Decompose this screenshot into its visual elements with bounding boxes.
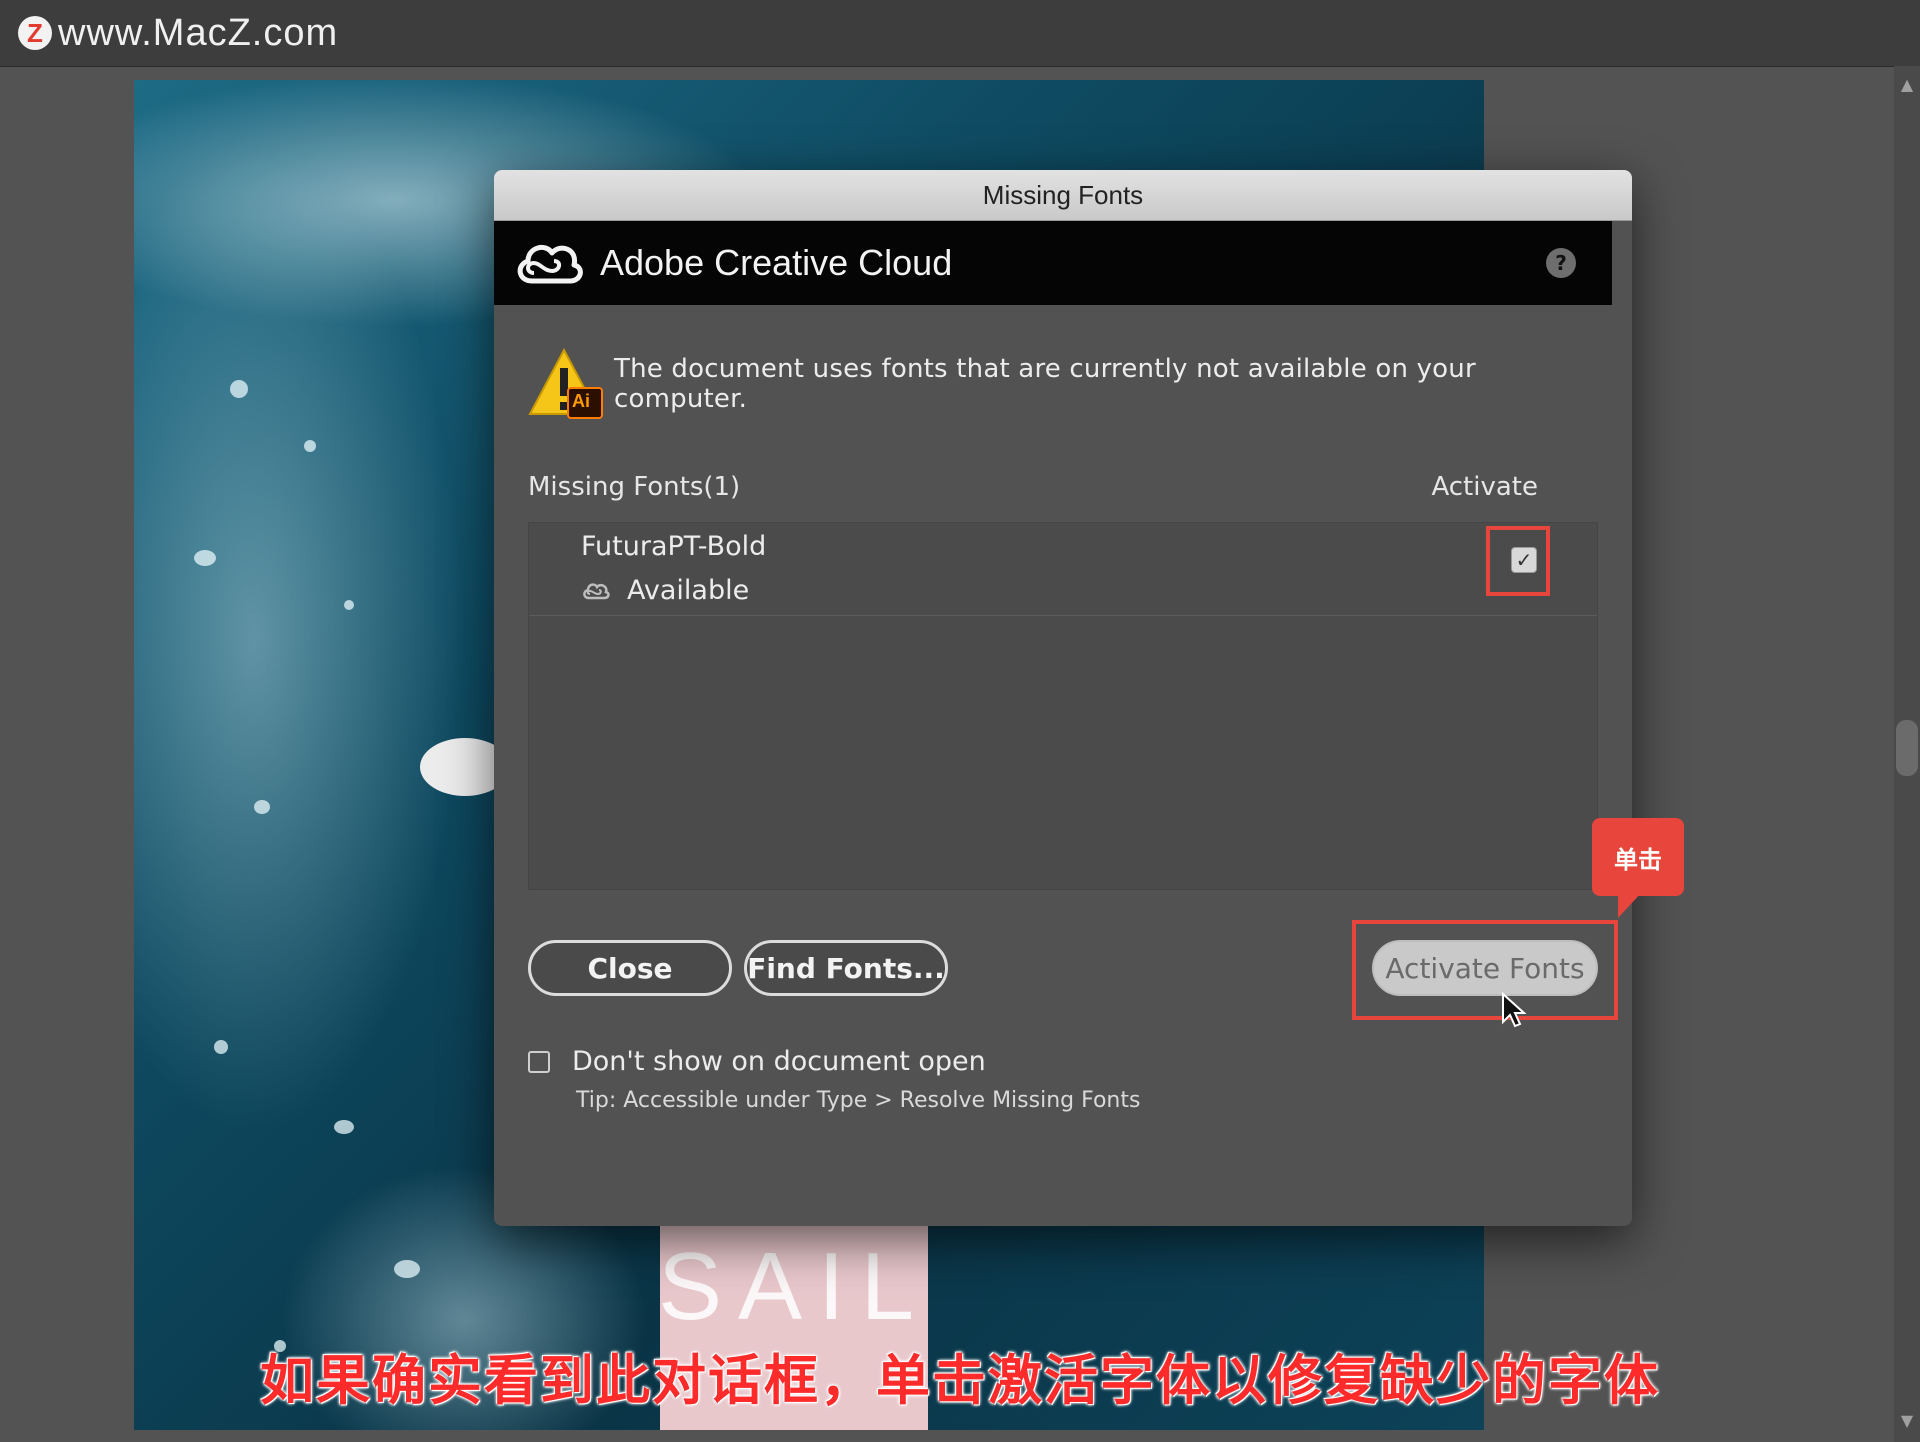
click-callout: 单击 bbox=[1592, 818, 1684, 896]
missing-fonts-list[interactable]: FuturaPT-Bold Available ✓ bbox=[528, 522, 1598, 890]
activate-button-highlight-box bbox=[1352, 920, 1618, 1020]
water-highlight bbox=[344, 600, 354, 610]
creative-cloud-small-icon bbox=[583, 582, 610, 599]
close-button[interactable]: Close bbox=[528, 940, 732, 996]
video-subtitle: 如果确实看到此对话框，单击激活字体以修复缺少的字体 bbox=[260, 1349, 1660, 1412]
watermark: Z www.MacZ.com bbox=[18, 8, 338, 58]
water-highlight bbox=[334, 1120, 354, 1134]
top-bar: Z www.MacZ.com bbox=[0, 0, 1920, 67]
macz-logo-icon: Z bbox=[18, 16, 52, 50]
water-highlight bbox=[304, 440, 316, 452]
font-status-group: Available bbox=[581, 575, 749, 606]
missing-fonts-count: Missing Fonts(1) bbox=[528, 472, 741, 502]
creative-cloud-header: Adobe Creative Cloud ? bbox=[494, 221, 1612, 305]
water-highlight bbox=[394, 1260, 420, 1278]
dont-show-row[interactable]: Don't show on document open bbox=[528, 1046, 986, 1077]
water-highlight bbox=[214, 1040, 228, 1054]
warning-icon: Ai bbox=[528, 347, 604, 420]
water-highlight bbox=[230, 380, 248, 398]
scrollbar-thumb[interactable] bbox=[1896, 720, 1918, 776]
checkbox-highlight-box bbox=[1486, 526, 1550, 596]
scroll-up-icon[interactable]: ▲ bbox=[1898, 76, 1916, 94]
sail-title-text: SAIL bbox=[657, 1233, 931, 1340]
creative-cloud-icon bbox=[517, 244, 583, 284]
watermark-text: www.MacZ.com bbox=[58, 11, 339, 54]
font-row[interactable]: FuturaPT-Bold Available ✓ bbox=[529, 523, 1597, 616]
activate-column-header: Activate bbox=[1431, 472, 1538, 502]
missing-fonts-dialog: Missing Fonts Adobe Creative Cloud ? Ai … bbox=[494, 170, 1632, 1226]
illustrator-badge-text: Ai bbox=[572, 391, 590, 411]
dont-show-label[interactable]: Don't show on document open bbox=[572, 1046, 986, 1077]
dialog-titlebar[interactable]: Missing Fonts bbox=[494, 170, 1632, 221]
water-highlight bbox=[254, 800, 270, 814]
dialog-title: Missing Fonts bbox=[982, 179, 1144, 210]
water-highlight bbox=[194, 550, 216, 566]
mouse-cursor-icon bbox=[1502, 992, 1527, 1028]
font-status: Available bbox=[627, 575, 750, 606]
find-fonts-button[interactable]: Find Fonts... bbox=[744, 940, 948, 996]
warning-row: Ai The document uses fonts that are curr… bbox=[528, 346, 1608, 422]
font-list-header: Missing Fonts(1) Activate bbox=[528, 472, 1588, 512]
tip-text: Tip: Accessible under Type > Resolve Mis… bbox=[576, 1088, 1141, 1113]
brand-title: Adobe Creative Cloud bbox=[600, 242, 953, 283]
help-icon[interactable]: ? bbox=[1546, 248, 1576, 278]
warning-message: The document uses fonts that are current… bbox=[614, 354, 1476, 414]
dont-show-checkbox[interactable] bbox=[528, 1050, 550, 1073]
font-name: FuturaPT-Bold bbox=[581, 531, 767, 562]
